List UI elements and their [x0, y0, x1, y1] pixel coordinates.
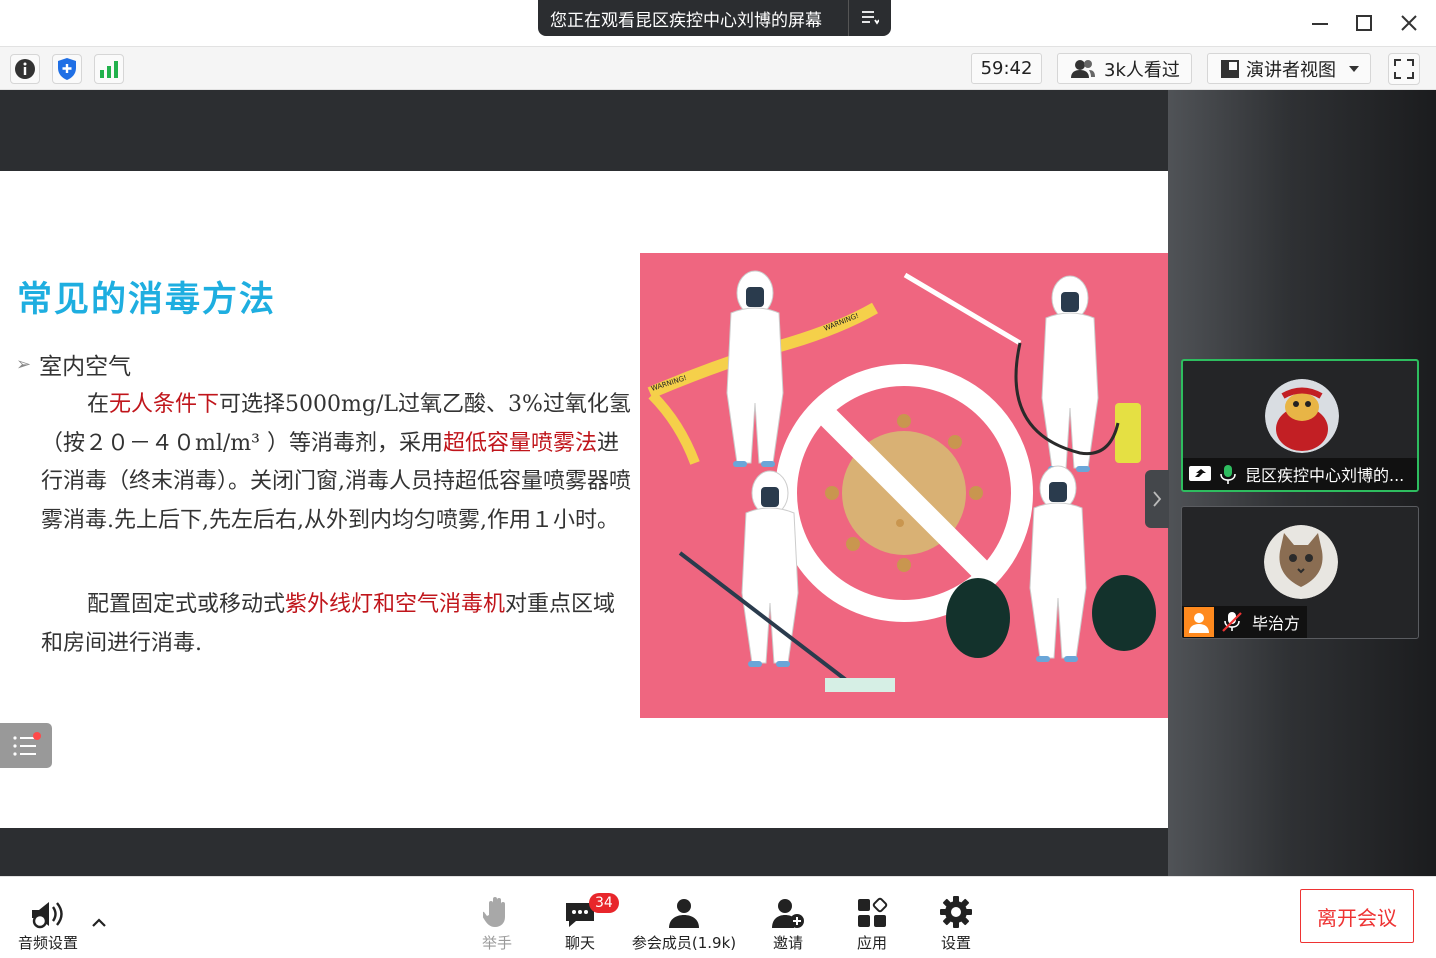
- avatar: [1264, 525, 1338, 599]
- layout-icon: [1221, 59, 1239, 78]
- signal-icon[interactable]: [94, 54, 124, 84]
- chat-button[interactable]: 34 聊天: [558, 889, 619, 953]
- participant-name-bar: 毕治方: [1182, 606, 1307, 638]
- avatar: [1265, 379, 1339, 453]
- viewers-label: 3k人看过: [1104, 59, 1180, 81]
- shared-screen: 常见的消毒方法 ➢ 室内空气 在无人条件下可选择5000mg/L过氧乙酸、3%过…: [0, 90, 1168, 876]
- bullet-text: 室内空气: [39, 354, 132, 380]
- chevron-up-icon[interactable]: [91, 913, 107, 932]
- close-icon[interactable]: [1394, 8, 1424, 38]
- add-user-icon: [771, 889, 805, 929]
- presentation-slide: 常见的消毒方法 ➢ 室内空气 在无人条件下可选择5000mg/L过氧乙酸、3%过…: [0, 171, 1168, 828]
- chat-icon: 34: [564, 889, 619, 929]
- microphone-muted-icon: [1222, 612, 1242, 632]
- worker-figure: [1029, 465, 1087, 663]
- viewers-count[interactable]: 3k人看过: [1057, 53, 1192, 84]
- apps-button[interactable]: 应用: [852, 889, 892, 953]
- table-of-contents-button[interactable]: [0, 723, 52, 768]
- screen-share-icon: [1189, 466, 1211, 481]
- microphone-icon: [1220, 465, 1236, 484]
- audio-settings-button[interactable]: 音频设置: [12, 889, 84, 953]
- chevron-down-icon: [1349, 65, 1359, 72]
- list-icon: [13, 731, 41, 756]
- menu-icon[interactable]: [849, 10, 891, 26]
- title-bar: 您正在观看昆区疾控中心刘博的屏幕: [0, 0, 1436, 46]
- settings-button[interactable]: 设置: [936, 889, 976, 953]
- participant-tile[interactable]: 毕治方: [1181, 506, 1419, 639]
- bottom-control-bar: 音频设置 举手 34 聊天 参会成员(1.9k) 邀请 应用 设置 离开会议: [0, 876, 1436, 958]
- participant-name: 毕治方: [1252, 614, 1301, 633]
- meeting-timer: 59:42: [971, 53, 1042, 84]
- speaker-icon: [30, 889, 66, 929]
- view-mode-dropdown[interactable]: 演讲者视图: [1207, 53, 1371, 84]
- share-banner-text: 您正在观看昆区疾控中心刘博的屏幕: [550, 10, 822, 31]
- participant-name-bar: 昆区疾控中心刘博的...: [1183, 458, 1417, 490]
- info-icon[interactable]: [10, 54, 40, 84]
- user-icon: [1184, 607, 1214, 637]
- chat-unread-badge: 34: [589, 893, 619, 913]
- screen-share-banner: 您正在观看昆区疾控中心刘博的屏幕: [538, 0, 891, 36]
- slide-bullet: ➢ 室内空气: [16, 347, 131, 381]
- raise-hand-button[interactable]: 举手: [476, 889, 518, 953]
- invite-button[interactable]: 邀请: [768, 889, 808, 953]
- gear-icon: [939, 889, 973, 929]
- trash-bag: [946, 578, 1010, 658]
- participant-tile[interactable]: 昆区疾控中心刘博的...: [1181, 359, 1419, 492]
- shield-icon[interactable]: [52, 54, 82, 84]
- worker-figure: [726, 270, 784, 468]
- meeting-toolbar: 59:42 3k人看过 演讲者视图: [0, 46, 1436, 90]
- minimize-icon[interactable]: [1305, 8, 1335, 38]
- apps-icon: [856, 889, 888, 929]
- chevron-right-icon: [1153, 491, 1162, 507]
- slide-paragraph-1: 在无人条件下可选择5000mg/L过氧乙酸、3%过氧化氢（按２０－４０ml/m³…: [41, 392, 631, 533]
- slide-title: 常见的消毒方法: [17, 280, 277, 320]
- sidebar-toggle[interactable]: [1145, 470, 1169, 528]
- participants-button[interactable]: 参会成员(1.9k): [630, 889, 738, 953]
- leave-meeting-button[interactable]: 离开会议: [1300, 889, 1414, 943]
- users-icon: [1071, 59, 1095, 78]
- hand-icon: [483, 889, 511, 929]
- members-icon: [667, 889, 701, 929]
- fullscreen-icon[interactable]: [1388, 53, 1420, 85]
- disinfection-illustration: WARNING! WARNING! WARNING!: [640, 253, 1168, 718]
- participant-name: 昆区疾控中心刘博的...: [1245, 466, 1405, 485]
- view-mode-label: 演讲者视图: [1246, 59, 1336, 81]
- slide-paragraph-2: 配置固定式或移动式紫外线灯和空气消毒机对重点区域和房间进行消毒.: [41, 592, 616, 656]
- maximize-icon[interactable]: [1349, 8, 1379, 38]
- bullet-arrow-icon: ➢: [16, 353, 32, 375]
- trash-bag: [1092, 575, 1156, 651]
